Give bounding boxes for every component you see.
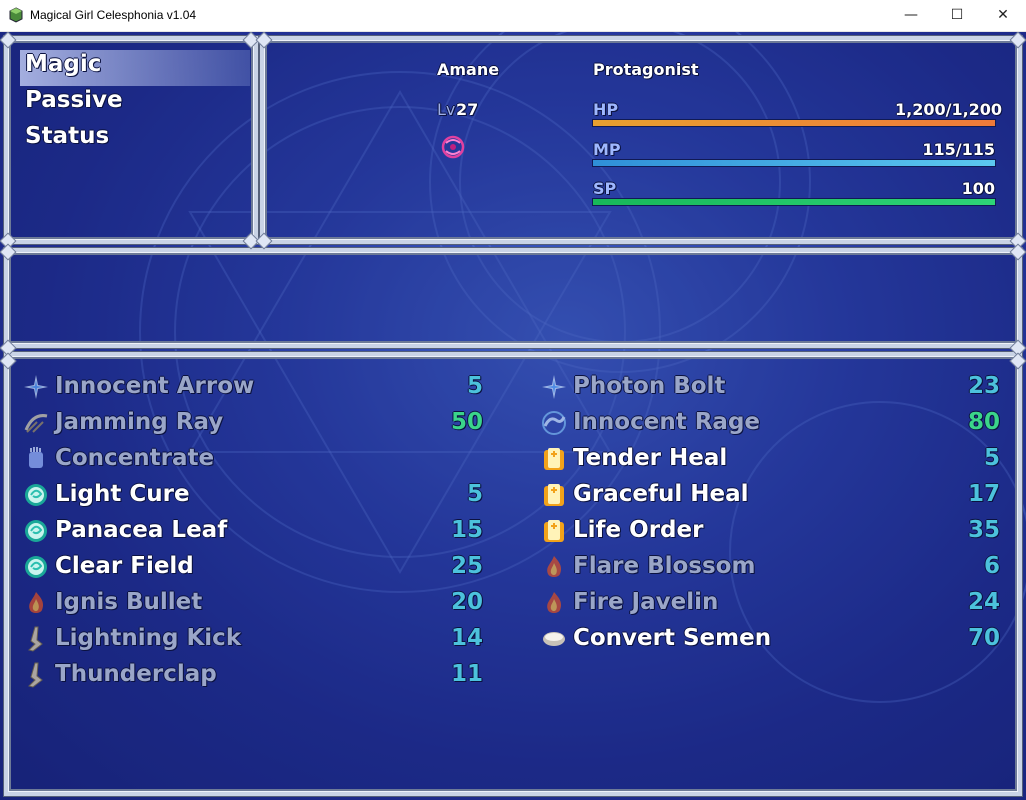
mp-gauge-fill xyxy=(593,160,995,166)
swirl-orb-icon xyxy=(25,520,47,542)
hp-gauge-fill xyxy=(593,120,995,126)
sp-value: 100 xyxy=(961,179,995,198)
skill-name[interactable]: Lightning Kick xyxy=(55,625,241,651)
skill-name[interactable]: Graceful Heal xyxy=(573,481,749,507)
sp-gauge-fill xyxy=(593,199,995,205)
flame-icon xyxy=(29,592,44,613)
skill-name[interactable]: Fire Javelin xyxy=(573,589,718,615)
skill-cost: 35 xyxy=(967,517,1000,543)
skill-cost: 23 xyxy=(967,373,1000,399)
skill-cost: 80 xyxy=(967,409,1000,435)
skill-cost: 14 xyxy=(450,625,483,651)
skill-cost: 25 xyxy=(450,553,483,579)
game-screen: Magic Passive Status Amane Protagonist L… xyxy=(0,32,1026,800)
heal-pillar-icon xyxy=(544,484,564,506)
heal-pillar-icon xyxy=(544,448,564,470)
skill-name[interactable]: Ignis Bullet xyxy=(55,589,202,615)
flame-icon xyxy=(547,556,562,577)
hp-label: HP xyxy=(593,100,619,119)
skill-cost: 24 xyxy=(967,589,1000,615)
mp-value: 115/115 xyxy=(922,140,995,159)
app-icon xyxy=(9,7,23,23)
command-magic[interactable]: Magic xyxy=(25,51,101,77)
skill-cost: 15 xyxy=(450,517,483,543)
skill-cost: 6 xyxy=(983,553,1000,579)
skill-name[interactable]: Jamming Ray xyxy=(55,409,223,435)
command-passive[interactable]: Passive xyxy=(25,87,123,113)
sp-gauge xyxy=(592,198,996,206)
lightning-icon xyxy=(28,626,43,652)
bowl-icon xyxy=(543,632,565,646)
skill-name[interactable]: Life Order xyxy=(573,517,703,543)
lightning-icon xyxy=(28,662,43,688)
level-label: Lv xyxy=(437,100,456,119)
skill-cost: 17 xyxy=(967,481,1000,507)
wave-icon xyxy=(542,411,566,435)
skill-name[interactable]: Photon Bolt xyxy=(573,373,725,399)
skill-name[interactable]: Thunderclap xyxy=(55,661,217,687)
hand-icon xyxy=(29,447,43,468)
hp-value: 1,200/1,200 xyxy=(895,100,1003,119)
hp-gauge xyxy=(592,119,996,127)
actor-name: Amane xyxy=(437,60,500,79)
window-title: Magical Girl Celesphonia v1.04 xyxy=(30,8,197,22)
close-button[interactable]: ✕ xyxy=(980,0,1026,31)
skill-name[interactable]: Panacea Leaf xyxy=(55,517,227,543)
mp-gauge xyxy=(592,159,996,167)
skill-name[interactable]: Tender Heal xyxy=(573,445,727,471)
skill-name[interactable]: Convert Semen xyxy=(573,625,771,651)
skill-name[interactable]: Innocent Arrow xyxy=(55,373,254,399)
swirl-orb-icon xyxy=(25,484,47,506)
skill-cost: 5 xyxy=(983,445,1000,471)
skill-name[interactable]: Flare Blossom xyxy=(573,553,755,579)
skill-cost: 5 xyxy=(466,481,483,507)
maximize-button[interactable]: ☐ xyxy=(934,0,980,31)
skill-cost: 70 xyxy=(967,625,1000,651)
star-burst-icon xyxy=(542,375,566,399)
command-status[interactable]: Status xyxy=(25,123,109,149)
mp-label: MP xyxy=(593,140,621,159)
skill-name[interactable]: Light Cure xyxy=(55,481,190,507)
skill-cost: 11 xyxy=(450,661,483,687)
skill-cost: 50 xyxy=(450,409,483,435)
minimize-button[interactable]: — xyxy=(888,0,934,31)
skill-cost: 5 xyxy=(466,373,483,399)
skill-name[interactable]: Clear Field xyxy=(55,553,194,579)
star-burst-icon xyxy=(24,375,48,399)
swirl-orb-icon xyxy=(25,556,47,578)
actor-class: Protagonist xyxy=(593,60,699,79)
actor-level: 27 xyxy=(456,100,479,119)
skill-name[interactable]: Innocent Rage xyxy=(573,409,760,435)
title-bar: Magical Girl Celesphonia v1.04 — ☐ ✕ xyxy=(0,0,1026,32)
heal-pillar-icon xyxy=(544,520,564,542)
flame-icon xyxy=(547,592,562,613)
help-window xyxy=(4,248,1022,348)
skill-name[interactable]: Concentrate xyxy=(55,445,214,471)
skill-cost: 20 xyxy=(450,589,483,615)
ray-icon xyxy=(24,414,48,433)
spiral-state-icon xyxy=(441,135,465,159)
sp-label: SP xyxy=(593,179,617,198)
